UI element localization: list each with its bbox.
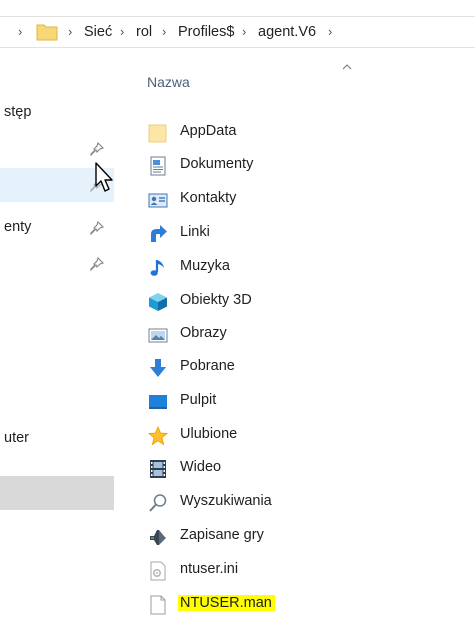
list-item[interactable]: Zapisane gry bbox=[148, 521, 348, 551]
list-item[interactable]: AppData bbox=[148, 117, 348, 147]
list-item-label: Muzyka bbox=[180, 258, 230, 274]
list-item[interactable]: Ulubione bbox=[148, 420, 348, 450]
list-item[interactable]: Wideo bbox=[148, 453, 348, 483]
breadcrumb-separator: › bbox=[68, 24, 73, 39]
objects-3d-icon bbox=[149, 293, 167, 311]
nav-item[interactable] bbox=[0, 132, 114, 166]
folder-icon bbox=[148, 124, 167, 143]
nav-item-selected[interactable] bbox=[0, 476, 114, 510]
list-item[interactable]: Linki bbox=[148, 218, 348, 248]
breadcrumb-separator: › bbox=[328, 24, 333, 39]
breadcrumb-item[interactable]: agent.V6 bbox=[258, 17, 316, 47]
pin-icon[interactable] bbox=[90, 257, 104, 271]
contacts-icon bbox=[148, 193, 168, 208]
downloads-icon bbox=[150, 359, 166, 377]
list-item-label: Obrazy bbox=[180, 325, 227, 341]
breadcrumb-separator: › bbox=[242, 24, 247, 39]
folder-icon bbox=[36, 24, 58, 41]
list-item[interactable]: Muzyka bbox=[148, 252, 348, 282]
list-item[interactable]: Wyszukiwania bbox=[148, 487, 348, 517]
mouse-cursor-icon bbox=[95, 162, 113, 192]
list-item[interactable]: ntuser.ini bbox=[148, 555, 348, 585]
list-item-label: AppData bbox=[180, 123, 237, 139]
breadcrumb-item[interactable]: Profiles$ bbox=[178, 17, 234, 47]
file-icon bbox=[150, 595, 166, 615]
list-item-label: Obiekty 3D bbox=[180, 292, 252, 308]
breadcrumb-item[interactable]: Sieć bbox=[84, 17, 112, 47]
nav-item[interactable] bbox=[0, 248, 114, 282]
breadcrumb-separator: › bbox=[18, 24, 23, 39]
list-item-label: Kontakty bbox=[180, 190, 237, 206]
favorites-icon bbox=[148, 426, 168, 446]
nav-item-label: enty bbox=[4, 219, 32, 235]
list-item-label: Pulpit bbox=[180, 392, 217, 408]
links-icon bbox=[151, 225, 167, 242]
saved-games-icon bbox=[150, 530, 166, 545]
list-item[interactable]: Kontakty bbox=[148, 184, 348, 214]
list-item-label: Dokumenty bbox=[180, 156, 254, 172]
pin-icon[interactable] bbox=[90, 221, 104, 235]
list-item[interactable]: Obrazy bbox=[148, 319, 348, 349]
list-item[interactable]: NTUSER.man bbox=[148, 589, 348, 619]
column-header-label: Nazwa bbox=[147, 74, 190, 90]
breadcrumb-item[interactable]: rol bbox=[136, 17, 152, 47]
list-item-label: NTUSER.man bbox=[178, 595, 275, 611]
music-icon bbox=[150, 260, 164, 276]
list-item-label: Pobrane bbox=[180, 358, 235, 374]
nav-item-this-pc[interactable]: uter bbox=[0, 422, 114, 456]
nav-item-quick-access[interactable]: stęp bbox=[0, 96, 114, 130]
breadcrumb-separator: › bbox=[120, 24, 125, 39]
address-bar[interactable]: › › Sieć › rol › Profiles$ › agent.V6 › bbox=[0, 16, 475, 48]
pictures-icon bbox=[148, 328, 168, 343]
navigation-pane: stęp enty uter bbox=[0, 46, 116, 619]
list-item-label: Wideo bbox=[180, 459, 222, 475]
list-item-label: Ulubione bbox=[180, 426, 238, 442]
list-item-label: Zapisane gry bbox=[180, 527, 264, 543]
desktop-icon bbox=[149, 395, 167, 409]
list-item[interactable]: Pobrane bbox=[148, 352, 348, 382]
list-item-label: Linki bbox=[180, 224, 210, 240]
column-header-name[interactable]: Nazwa bbox=[147, 74, 190, 92]
videos-icon bbox=[150, 460, 166, 478]
pin-icon[interactable] bbox=[90, 142, 104, 156]
sort-ascending-icon[interactable] bbox=[342, 64, 352, 70]
list-item-label: ntuser.ini bbox=[180, 561, 239, 577]
searches-icon bbox=[149, 494, 167, 512]
ini-file-icon bbox=[150, 561, 166, 581]
nav-item-label: stęp bbox=[4, 104, 32, 120]
list-item[interactable]: Dokumenty bbox=[148, 150, 348, 180]
list-item[interactable]: Obiekty 3D bbox=[148, 286, 348, 316]
nav-item-documents[interactable]: enty bbox=[0, 212, 114, 246]
highlighted-text: NTUSER.man bbox=[178, 595, 275, 611]
list-item[interactable]: Pulpit bbox=[148, 386, 348, 416]
documents-icon bbox=[150, 156, 166, 176]
list-item-label: Wyszukiwania bbox=[180, 493, 272, 509]
nav-item-label: uter bbox=[4, 430, 29, 446]
breadcrumb-separator: › bbox=[162, 24, 167, 39]
